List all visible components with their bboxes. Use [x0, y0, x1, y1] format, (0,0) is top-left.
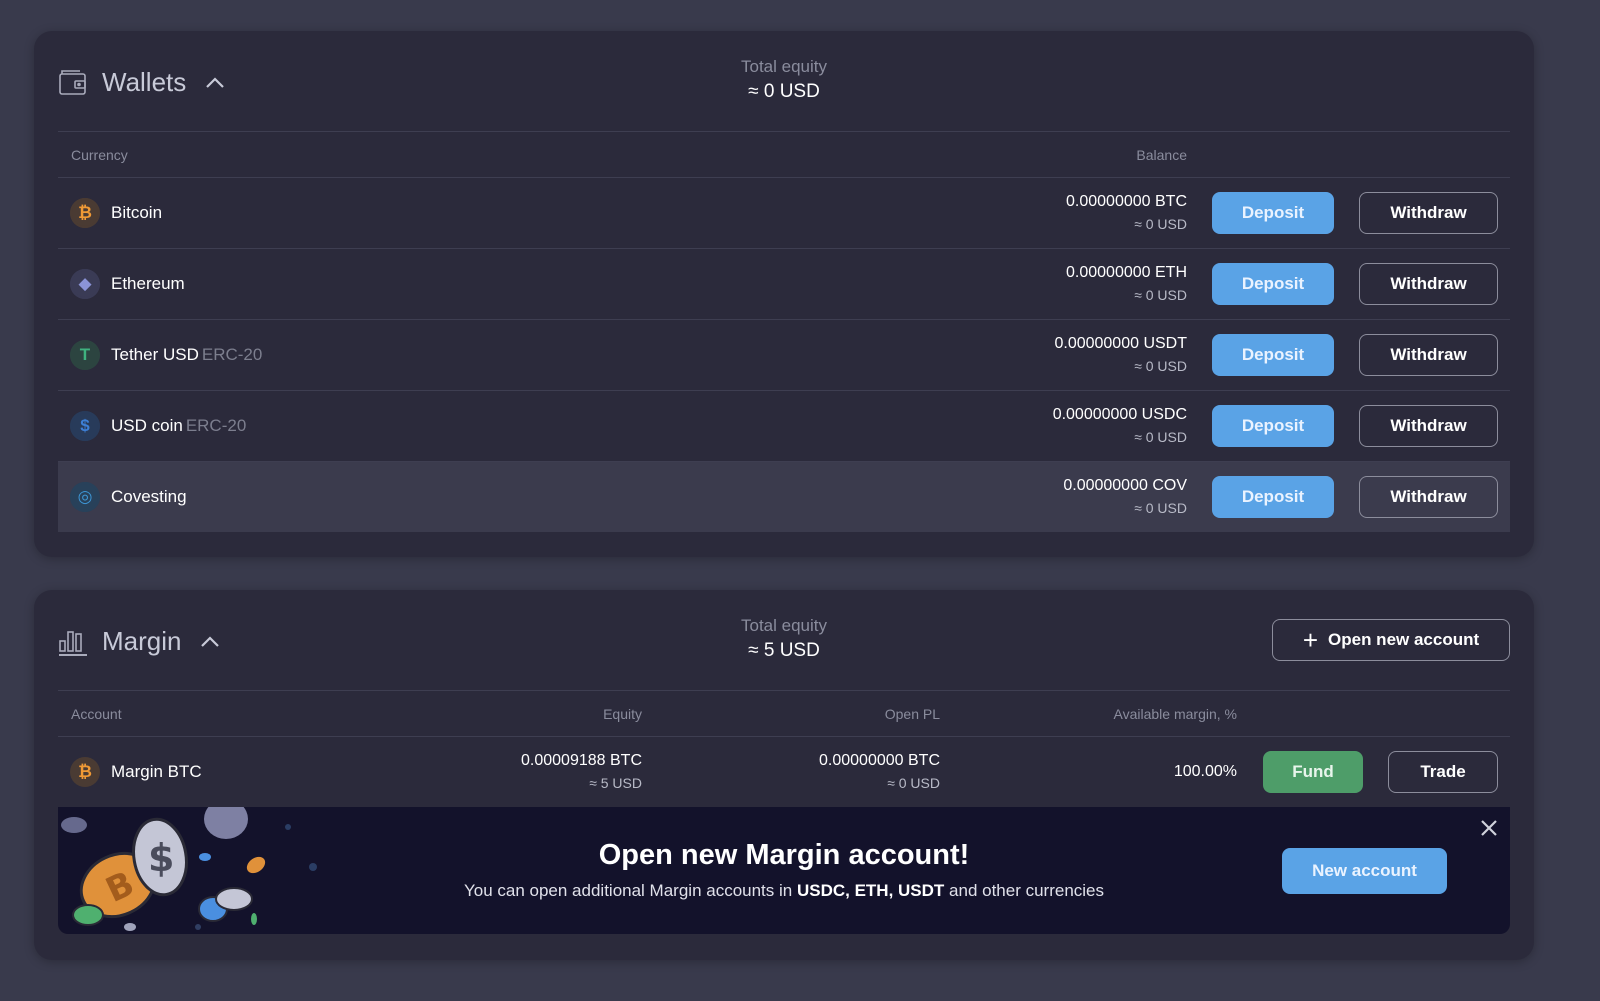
- wallet-row: ◆ Ethereum 0.00000000 ETH ≈ 0 USD Deposit Wit…: [58, 249, 1510, 320]
- balance-usd: ≈ 0 USD: [1134, 216, 1187, 232]
- margin-panel: Margin Total equity ≈ 5 USD + Open new a…: [34, 590, 1534, 960]
- balance-cell: 0.00000000 ETH ≈ 0 USD: [1066, 264, 1187, 303]
- withdraw-button[interactable]: Withdraw: [1359, 405, 1498, 447]
- divider: [58, 690, 1510, 691]
- deposit-button[interactable]: Deposit: [1212, 192, 1334, 234]
- tether-icon: T: [70, 340, 100, 370]
- column-header-open-pl: Open PL: [884, 706, 940, 722]
- wallet-row: T Tether USD ERC-20 0.00000000 USDT ≈ 0 USD D…: [58, 320, 1510, 391]
- currency-name: Ethereum: [111, 274, 185, 294]
- network-label: ERC-20: [185, 416, 247, 435]
- equity-cell: 0.00009188 BTC ≈ 5 USD: [521, 752, 642, 791]
- network-label: ERC-20: [201, 345, 263, 364]
- withdraw-button[interactable]: Withdraw: [1359, 334, 1498, 376]
- balance-cell: 0.00000000 BTC ≈ 0 USD: [1066, 193, 1187, 232]
- balance-cell: 0.00000000 USDC ≈ 0 USD: [1053, 406, 1187, 445]
- equity-value: 0.00009188 BTC: [521, 752, 642, 769]
- account-name: Margin BTC: [111, 762, 202, 781]
- banner-text-part: You can open additional Margin accounts …: [463, 881, 797, 900]
- margin-header: Margin Total equity ≈ 5 USD + Open new a…: [58, 590, 1510, 690]
- balance-cell: 0.00000000 COV ≈ 0 USD: [1063, 477, 1187, 516]
- balance-value: 0.00000000 BTC: [1066, 193, 1187, 210]
- divider: [58, 131, 1510, 132]
- column-header-equity: Equity: [603, 706, 642, 722]
- wallet-row: ₿ Bitcoin 0.00000000 BTC ≈ 0 USD Deposit With…: [58, 178, 1510, 249]
- close-icon[interactable]: [1478, 817, 1500, 839]
- deposit-button[interactable]: Deposit: [1212, 476, 1334, 518]
- currency-name: USD coin ERC-20: [111, 416, 246, 436]
- currency-name-text: Tether USD: [111, 345, 199, 364]
- currency-name-text: Bitcoin: [111, 203, 163, 222]
- fund-button[interactable]: Fund: [1263, 751, 1363, 793]
- column-header-currency: Currency: [71, 147, 128, 163]
- column-header-balance: Balance: [1136, 147, 1187, 163]
- open-new-account-label: Open new account: [1328, 630, 1480, 649]
- column-header-account: Account: [71, 706, 122, 722]
- withdraw-button[interactable]: Withdraw: [1359, 263, 1498, 305]
- wallets-panel: Wallets Total equity ≈ 0 USD Currency Ba…: [34, 31, 1534, 557]
- open-new-account-button[interactable]: + Open new account: [1272, 619, 1510, 661]
- open-pl-cell: 0.00000000 BTC ≈ 0 USD: [819, 752, 940, 791]
- currency-name: Tether USD ERC-20: [111, 345, 262, 365]
- balance-value: 0.00000000 USDC: [1052, 406, 1187, 423]
- new-account-button[interactable]: New account: [1282, 848, 1447, 894]
- open-pl-value: 0.00000000 BTC: [819, 752, 940, 769]
- deposit-button[interactable]: Deposit: [1212, 405, 1334, 447]
- ethereum-icon: ◆: [70, 269, 100, 299]
- open-pl-usd: ≈ 0 USD: [887, 775, 940, 791]
- currency-name: Covesting: [111, 487, 187, 507]
- available-margin-value: 100.00%: [1173, 763, 1237, 780]
- margin-account-row: ₿ Margin BTC 0.00009188 BTC ≈ 5 USD 0.00…: [58, 737, 1510, 807]
- currency-name-text: USD coin: [111, 416, 183, 435]
- balance-value: 0.00000000 USDT: [1054, 335, 1187, 352]
- column-header-available-margin: Available margin, %: [1113, 706, 1237, 722]
- wallet-row: ◎ Covesting 0.00000000 COV ≈ 0 USD Deposit Wi…: [58, 462, 1510, 532]
- withdraw-button[interactable]: Withdraw: [1359, 192, 1498, 234]
- balance-cell: 0.00000000 USDT ≈ 0 USD: [1054, 335, 1187, 374]
- banner-text-currencies: USDC, ETH, USDT: [796, 881, 945, 900]
- balance-usd: ≈ 0 USD: [1134, 287, 1187, 303]
- wallets-header: Wallets Total equity ≈ 0 USD: [58, 31, 1510, 131]
- banner-text-part: and other currencies: [944, 881, 1105, 900]
- promo-banner: B $ Open new Margin account! You can ope…: [58, 807, 1510, 934]
- usd-coin-icon: $: [70, 411, 100, 441]
- currency-name: Bitcoin: [111, 203, 162, 223]
- bitcoin-icon: ₿: [70, 198, 100, 228]
- deposit-button[interactable]: Deposit: [1212, 263, 1334, 305]
- balance-value: 0.00000000 COV: [1063, 477, 1187, 494]
- withdraw-button[interactable]: Withdraw: [1359, 476, 1498, 518]
- total-equity-value: ≈ 0 USD: [748, 81, 820, 102]
- balance-usd: ≈ 0 USD: [1134, 500, 1187, 516]
- currency-name-text: Covesting: [111, 487, 187, 506]
- trade-button[interactable]: Trade: [1388, 751, 1498, 793]
- balance-usd: ≈ 0 USD: [1134, 358, 1187, 374]
- equity-usd: ≈ 5 USD: [589, 775, 642, 791]
- plus-icon: +: [1302, 625, 1319, 655]
- covesting-icon: ◎: [70, 482, 100, 512]
- available-margin-cell: 100.00%: [1174, 763, 1237, 781]
- wallets-total-equity: Total equity ≈ 0 USD: [58, 57, 1510, 103]
- wallet-row: $ USD coin ERC-20 0.00000000 USDC ≈ 0 USD Dep…: [58, 391, 1510, 462]
- currency-name-text: Ethereum: [111, 274, 185, 293]
- deposit-button[interactable]: Deposit: [1212, 334, 1334, 376]
- balance-usd: ≈ 0 USD: [1134, 429, 1187, 445]
- balance-value: 0.00000000 ETH: [1066, 264, 1187, 281]
- bitcoin-icon: ₿: [70, 757, 100, 787]
- total-equity-label: Total equity: [741, 57, 827, 76]
